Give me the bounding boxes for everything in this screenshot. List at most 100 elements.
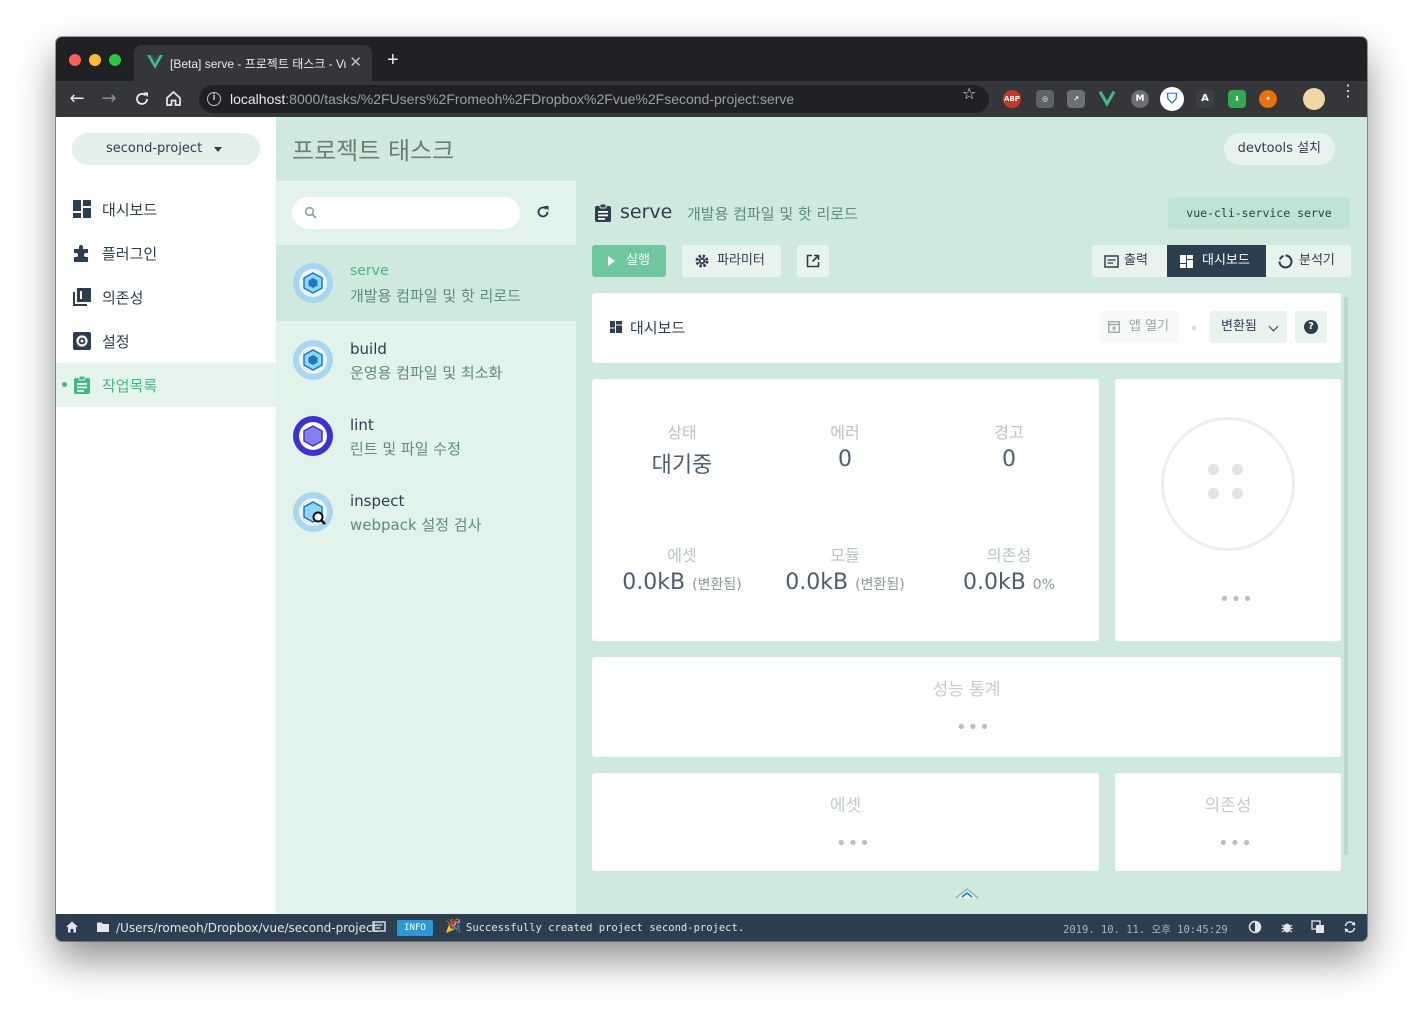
home-icon[interactable] <box>164 89 183 108</box>
sidebar-item-dependencies[interactable]: 의존성 <box>56 275 276 319</box>
address-bar[interactable]: i localhost:8000/tasks/%2FUsers%2Fromeoh… <box>199 85 989 113</box>
donut-chart-icon <box>1278 254 1293 269</box>
stat-value: 0.0kB 0% <box>962 570 1056 595</box>
open-app-label: 앱 열기 <box>1129 319 1170 334</box>
abp-icon[interactable]: ABP <box>1003 90 1021 108</box>
new-tab-button[interactable]: + <box>387 49 399 72</box>
task-item-lint[interactable]: lint 린트 및 파일 수정 <box>276 398 576 474</box>
vue-devtools-icon[interactable] <box>1098 91 1116 107</box>
stat-assets: 에셋 0.0kB (변환됨) <box>600 542 764 595</box>
stat-label: 의존성 <box>986 546 1032 565</box>
vue-logo-icon <box>147 55 163 69</box>
chevron-up-icon[interactable] <box>954 886 980 900</box>
parameters-button[interactable]: 파라미터 <box>682 245 781 277</box>
eslint-icon <box>293 416 333 456</box>
help-button[interactable]: ? <box>1295 311 1327 343</box>
maximize-window-button[interactable] <box>109 54 121 66</box>
run-button[interactable]: 실행 <box>592 245 666 277</box>
install-devtools-button[interactable]: devtools 설치 <box>1223 133 1335 165</box>
view-output-button[interactable]: 출력 <box>1092 245 1167 277</box>
size-mode-select[interactable]: 변환됨 <box>1210 311 1287 343</box>
task-item-inspect[interactable]: inspect webpack 설정 검사 <box>276 474 576 550</box>
sidebar-item-label: 의존성 <box>102 289 144 307</box>
stat-dependencies: 의존성 0.0kB 0% <box>927 542 1091 595</box>
text-icon[interactable]: A <box>1196 90 1214 108</box>
forward-icon[interactable]: → <box>98 88 120 110</box>
translate-icon[interactable] <box>1311 920 1325 934</box>
progress-ring <box>1161 417 1295 551</box>
log-message[interactable]: Successfully created project second-proj… <box>466 922 744 934</box>
sidebar-item-tasks[interactable]: 작업목록 <box>56 363 276 407</box>
project-path[interactable]: /Users/romeoh/Dropbox/vue/second-project <box>116 921 377 935</box>
close-window-button[interactable] <box>69 54 81 66</box>
sidebar-item-label: 작업목록 <box>102 377 158 395</box>
open-in-new-button[interactable] <box>797 245 829 277</box>
page-header: 프로젝트 태스크 devtools 설치 <box>276 117 1367 181</box>
task-name: inspect <box>350 492 405 510</box>
loading-dots: ••• <box>1219 589 1254 610</box>
assignment-icon <box>595 203 611 222</box>
puzzle-icon <box>74 245 88 262</box>
dropdown-caret-icon <box>214 147 222 152</box>
bookmark-star-icon[interactable]: ☆ <box>962 84 976 103</box>
site-info-icon[interactable]: i <box>207 92 221 106</box>
vpn-icon[interactable]: ◎ <box>1036 90 1054 108</box>
bug-icon[interactable] <box>1280 920 1294 934</box>
stat-warnings: 경고 0 <box>927 419 1091 472</box>
browser-menu-icon[interactable]: ⋮ <box>1340 83 1356 99</box>
m-icon[interactable]: M <box>1131 90 1149 108</box>
dashboard-title: 대시보드 <box>630 319 686 337</box>
assignment-icon <box>74 375 90 394</box>
download-icon[interactable]: ⬇ <box>1228 90 1246 108</box>
task-item-serve[interactable]: serve 개발용 컴파일 및 핫 리로드 <box>276 245 576 321</box>
browser-tabbar: [Beta] serve - 프로젝트 태스크 - Vue CLI ✕ + <box>56 37 1367 81</box>
scrollbar[interactable] <box>1344 297 1348 855</box>
view-dashboard-button[interactable]: 대시보드 <box>1167 245 1266 277</box>
project-selector[interactable]: second-project <box>72 133 260 165</box>
settings-icon <box>73 332 91 350</box>
webpack-inspect-icon <box>293 492 333 532</box>
sync-icon[interactable] <box>1343 920 1357 934</box>
shield-icon[interactable]: ⛉ <box>1160 87 1184 111</box>
sidebar-item-plugins[interactable]: 플러그인 <box>56 231 276 275</box>
task-detail: serve 개발용 컴파일 및 핫 리로드 vue-cli-service se… <box>576 181 1367 914</box>
open-app-button[interactable]: 앱 열기 <box>1099 311 1179 343</box>
tab-close-icon[interactable]: ✕ <box>349 53 362 71</box>
minimize-window-button[interactable] <box>89 54 101 66</box>
browser-tab[interactable]: [Beta] serve - 프로젝트 태스크 - Vue CLI ✕ <box>134 45 372 81</box>
sidebar-item-dashboard[interactable]: 대시보드 <box>56 187 276 231</box>
stat-label: 에러 <box>830 423 860 442</box>
browser-window: [Beta] serve - 프로젝트 태스크 - Vue CLI ✕ + ← … <box>56 37 1367 941</box>
log-level-badge: INFO <box>397 920 433 936</box>
folder-icon[interactable] <box>96 920 110 934</box>
task-name: lint <box>350 416 374 434</box>
sidebar-item-label: 플러그인 <box>102 245 158 263</box>
external-link-icon <box>806 254 820 268</box>
party-icon: 🎉 <box>445 919 462 934</box>
assets-card: 에셋 ••• <box>592 773 1099 871</box>
progress-graph-card: ••• <box>1115 379 1341 641</box>
refresh-icon[interactable] <box>534 203 552 221</box>
sidebar-item-settings[interactable]: 설정 <box>56 319 276 363</box>
chart-icon[interactable]: ↗ <box>1067 90 1085 108</box>
stat-status: 상태 대기중 <box>600 419 764 479</box>
stat-label: 상태 <box>667 423 697 442</box>
task-item-build[interactable]: build 운영용 컴파일 및 최소화 <box>276 322 576 398</box>
browser-toolbar: ← → i localhost:8000/tasks/%2FUsers%2Fro… <box>56 81 1367 117</box>
sidebar-item-label: 대시보드 <box>102 201 158 219</box>
profile-avatar[interactable] <box>1303 88 1325 110</box>
back-icon[interactable]: ← <box>66 88 88 110</box>
console-icon[interactable] <box>372 920 386 934</box>
task-name: serve <box>350 263 389 279</box>
home-icon[interactable] <box>65 920 79 934</box>
task-search-input[interactable] <box>292 197 520 229</box>
view-analyzer-button[interactable]: 분석기 <box>1266 245 1351 277</box>
stat-errors: 에러 0 <box>763 419 927 472</box>
dashboard-toolbar: 대시보드 앱 열기 변환됨 ? <box>592 293 1341 363</box>
card-title: 의존성 <box>1204 796 1252 816</box>
gear-icon <box>695 254 709 268</box>
task-description: 운영용 컴파일 및 최소화 <box>350 364 503 382</box>
dark-mode-icon[interactable] <box>1248 920 1262 934</box>
reload-icon[interactable] <box>133 90 151 108</box>
fox-icon[interactable]: ✦ <box>1259 90 1277 108</box>
